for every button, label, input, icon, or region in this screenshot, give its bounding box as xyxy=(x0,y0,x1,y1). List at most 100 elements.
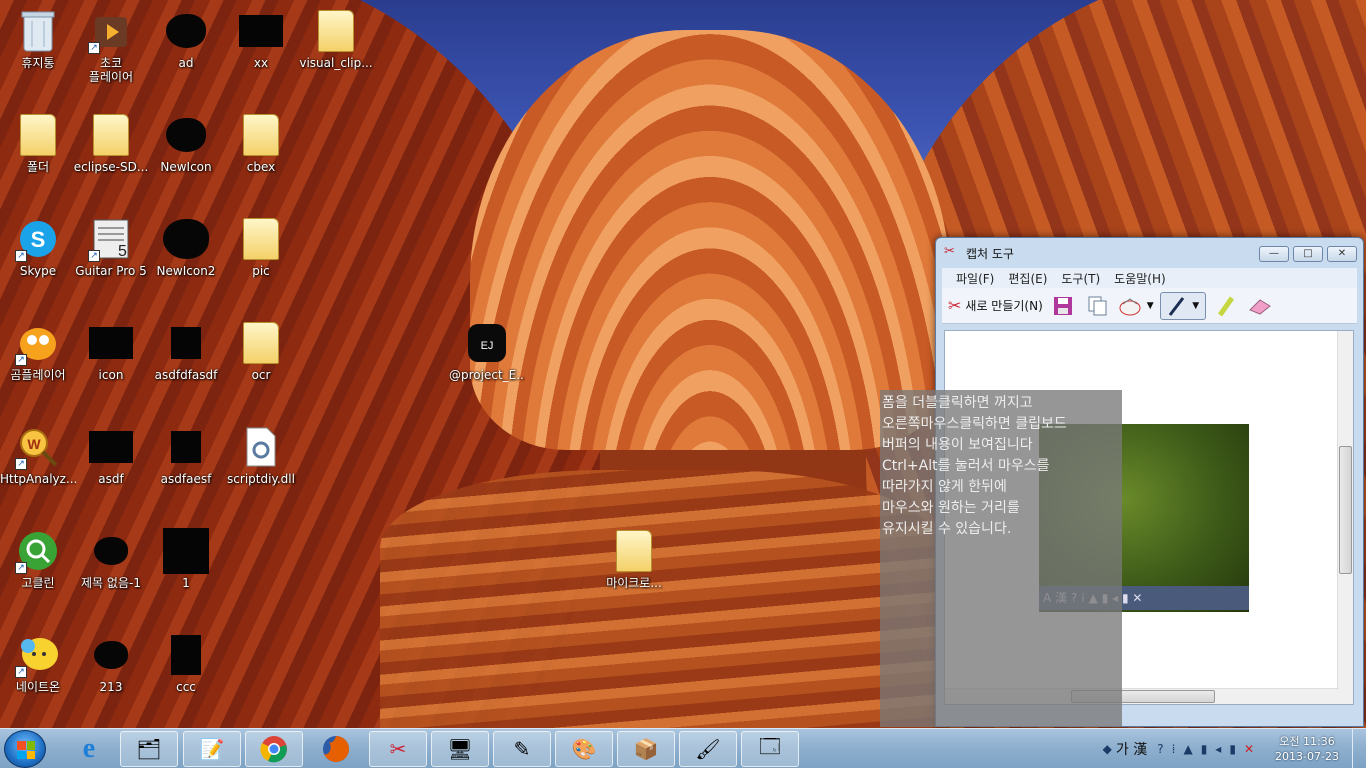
scissors-icon: ✂ xyxy=(944,244,955,259)
editor-icon: ✎ xyxy=(513,737,531,761)
taskbar-paint-bucket[interactable]: 🎨 xyxy=(555,731,613,767)
folder-icon xyxy=(238,216,284,262)
pic-folder[interactable]: pic xyxy=(223,216,299,278)
help-icon[interactable]: ? xyxy=(1157,742,1163,756)
vertical-scroll-thumb[interactable] xyxy=(1339,446,1352,574)
close-button[interactable]: ✕ xyxy=(1327,246,1357,262)
icon-label: 고클린 xyxy=(21,576,55,590)
clock[interactable]: 오전 11:36 2013-07-23 xyxy=(1268,734,1346,764)
untitled-1-file[interactable]: 제목 없음-1 xyxy=(73,528,149,590)
image-file-icon xyxy=(238,8,284,54)
folder-icon xyxy=(611,528,657,574)
pen-button[interactable]: ▼ xyxy=(1159,291,1206,320)
taskbar-chrome[interactable] xyxy=(245,731,303,767)
folder-icon xyxy=(238,320,284,366)
svg-text:W: W xyxy=(27,436,41,452)
http-analyzer-shortcut[interactable]: W ↗ HttpAnalyz... xyxy=(0,424,76,486)
scriptdiy-dll-file[interactable]: scriptdiy.dll xyxy=(223,424,299,486)
volume-icon[interactable]: ◂ xyxy=(1215,742,1221,756)
goclean-shortcut[interactable]: ↗ 고클린 xyxy=(0,528,76,590)
icon-label: NewIcon2 xyxy=(156,264,216,278)
taskbar-paint[interactable]: 🖌 xyxy=(679,731,737,767)
svg-text:5: 5 xyxy=(118,243,127,260)
gom-player-shortcut[interactable]: ↗ 곰플레이어 xyxy=(0,320,76,382)
chevron-down-icon[interactable]: ▼ xyxy=(1147,301,1154,311)
icon-label: eclipse-SD... xyxy=(73,160,149,174)
send-snip-button[interactable]: ▼ xyxy=(1117,292,1154,320)
taskbar-control-panel[interactable]: 🖥 xyxy=(431,731,489,767)
asdfdfasdf-file[interactable]: asdfdfasdf xyxy=(148,320,224,382)
taskbar-explorer[interactable]: 🗂 xyxy=(120,731,178,767)
icon-label: asdfaesf xyxy=(160,472,212,486)
language-bar-icon[interactable]: ◆ xyxy=(1103,742,1112,756)
microsoft-folder[interactable]: 마이크로... xyxy=(596,528,672,590)
taskbar-snipping-tool[interactable]: ✂ xyxy=(369,731,427,767)
taskbar-notepad[interactable]: 📝 xyxy=(183,731,241,767)
icon-label: xx xyxy=(253,56,269,70)
skype-shortcut[interactable]: S ↗ Skype xyxy=(0,216,76,278)
device-icon[interactable]: ▮ xyxy=(1201,742,1208,756)
vertical-scrollbar[interactable] xyxy=(1337,331,1353,704)
network-icon[interactable]: ▮ xyxy=(1229,742,1236,756)
icon-label: 초코 플레이어 xyxy=(88,56,134,84)
visual-clip-folder[interactable]: visual_clip... xyxy=(298,8,374,70)
window-icon: 🗔 xyxy=(759,734,781,758)
menu-edit[interactable]: 편집(E) xyxy=(1008,270,1047,287)
recycle-bin-shortcut[interactable]: 휴지통 xyxy=(0,8,76,70)
file-213[interactable]: 213 xyxy=(73,632,149,694)
goclean-icon: ↗ xyxy=(15,528,61,574)
project-logo-file[interactable]: EJ @project_E... xyxy=(449,320,525,382)
highlighter-button[interactable] xyxy=(1212,292,1240,320)
new-snip-button[interactable]: ✂ 새로 만들기(N) xyxy=(948,292,1043,320)
icon-label: asdfdfasdf xyxy=(154,368,218,382)
show-desktop-button[interactable] xyxy=(1352,729,1366,768)
asdfaesf-file[interactable]: asdfaesf xyxy=(148,424,224,486)
icon-label: cbex xyxy=(246,160,276,174)
image-file-icon xyxy=(163,632,209,678)
taskbar-ie[interactable]: e xyxy=(60,731,118,767)
taskbar-editor[interactable]: ✎ xyxy=(493,731,551,767)
guitar-pro-shortcut[interactable]: 5 ↗ Guitar Pro 5 xyxy=(73,216,149,278)
ad-file[interactable]: ad xyxy=(148,8,224,70)
eraser-button[interactable] xyxy=(1246,292,1274,320)
menu-tools[interactable]: 도구(T) xyxy=(1061,270,1100,287)
one-file[interactable]: 1 xyxy=(148,528,224,590)
action-center-icon[interactable]: ✕ xyxy=(1244,742,1254,756)
taskbar-window[interactable]: 🗔 xyxy=(741,731,799,767)
save-button[interactable] xyxy=(1049,292,1077,320)
new-snip-label: 새로 만들기(N) xyxy=(965,299,1043,313)
xx-file[interactable]: xx xyxy=(223,8,299,70)
taskbar-firefox[interactable] xyxy=(307,731,365,767)
menu-help[interactable]: 도움말(H) xyxy=(1114,270,1166,287)
ime-indicator[interactable]: 가 漢 xyxy=(1116,739,1147,759)
start-button[interactable] xyxy=(4,730,46,768)
eclipse-sdk-folder[interactable]: eclipse-SD... xyxy=(73,112,149,174)
asdf-file[interactable]: asdf xyxy=(73,424,149,486)
cbex-folder[interactable]: cbex xyxy=(223,112,299,174)
shortcut-arrow-icon: ↗ xyxy=(88,250,100,262)
ime-options-icon[interactable]: ⁞ xyxy=(1172,742,1176,756)
ie-icon: e xyxy=(82,733,96,764)
copy-button[interactable] xyxy=(1083,292,1111,320)
ocr-folder[interactable]: ocr xyxy=(223,320,299,382)
newicon2-file[interactable]: NewIcon2 xyxy=(148,216,224,278)
icon-label: asdf xyxy=(98,472,124,486)
paint-icon: 🖌 xyxy=(695,737,721,761)
chevron-down-icon[interactable]: ▼ xyxy=(1192,301,1199,311)
newicon-file[interactable]: NewIcon xyxy=(148,112,224,174)
overlay-help-form[interactable]: 폼을 더블클릭하면 꺼지고 오른쪽마우스클릭하면 클립보드 버퍼의 내용이 보여… xyxy=(880,390,1122,727)
nateon-shortcut[interactable]: ↗ 네이트온 xyxy=(0,632,76,694)
taskbar: e 🗂 📝 ✂ 🖥 ✎ 🎨 📦 🖌 🗔 ◆ 가 漢 ? ⁞ ▲ ▮ ◂ ▮ ✕ … xyxy=(0,728,1366,768)
taskbar-installer[interactable]: 📦 xyxy=(617,731,675,767)
show-hidden-icons-icon[interactable]: ▲ xyxy=(1183,742,1192,756)
minimize-button[interactable]: — xyxy=(1259,246,1289,262)
maximize-button[interactable]: □ xyxy=(1293,246,1323,262)
folder-folder[interactable]: 폴더 xyxy=(0,112,76,174)
clock-date: 2013-07-23 xyxy=(1275,750,1339,763)
icon-label: ad xyxy=(178,56,194,70)
ccc-file[interactable]: ccc xyxy=(148,632,224,694)
choco-player-shortcut[interactable]: ↗ 초코 플레이어 xyxy=(73,8,149,84)
image-file-icon xyxy=(163,112,209,158)
menu-file[interactable]: 파일(F) xyxy=(956,270,994,287)
icon-file[interactable]: icon xyxy=(73,320,149,382)
